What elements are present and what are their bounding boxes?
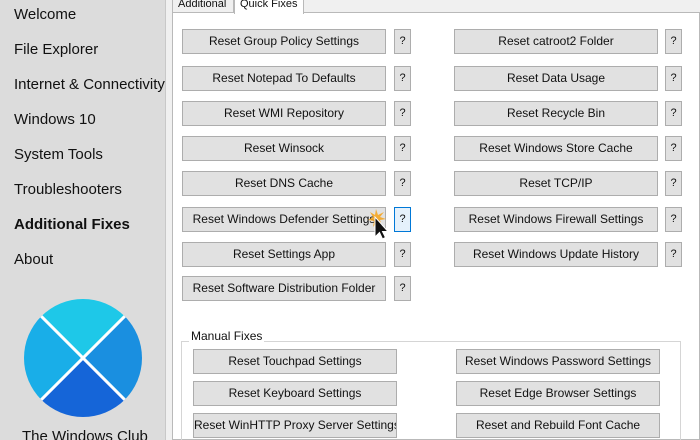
sidebar-item-internet-connectivity[interactable]: Internet & Connectivity — [14, 76, 165, 93]
help-wmi-button[interactable]: ? — [394, 101, 411, 126]
help-group-policy-button[interactable]: ? — [394, 29, 411, 54]
help-recycle-bin-button[interactable]: ? — [665, 101, 682, 126]
help-data-usage-button[interactable]: ? — [665, 66, 682, 91]
reset-software-distribution-button[interactable]: Reset Software Distribution Folder — [182, 276, 386, 301]
sidebar-item-about[interactable]: About — [14, 251, 53, 268]
reset-catroot2-button[interactable]: Reset catroot2 Folder — [454, 29, 658, 54]
reset-dns-cache-button[interactable]: Reset DNS Cache — [182, 171, 386, 196]
help-windows-update-history-button[interactable]: ? — [665, 242, 682, 267]
sidebar-item-file-explorer[interactable]: File Explorer — [14, 41, 98, 58]
manual-fixes-label: Manual Fixes — [189, 329, 265, 343]
sidebar-item-welcome[interactable]: Welcome — [14, 6, 76, 23]
reset-recycle-bin-button[interactable]: Reset Recycle Bin — [454, 101, 658, 126]
reset-winsock-button[interactable]: Reset Winsock — [182, 136, 386, 161]
logo-text: The Windows Club — [22, 428, 148, 440]
sidebar-item-windows-10[interactable]: Windows 10 — [14, 111, 96, 128]
reset-data-usage-button[interactable]: Reset Data Usage — [454, 66, 658, 91]
help-dns-cache-button[interactable]: ? — [394, 171, 411, 196]
reset-windows-firewall-button[interactable]: Reset Windows Firewall Settings — [454, 207, 658, 232]
reset-windows-defender-button[interactable]: Reset Windows Defender Settings — [182, 207, 386, 232]
reset-wmi-button[interactable]: Reset WMI Repository — [182, 101, 386, 126]
help-software-distribution-button[interactable]: ? — [394, 276, 411, 301]
reset-windows-update-history-button[interactable]: Reset Windows Update History — [454, 242, 658, 267]
reset-tcpip-button[interactable]: Reset TCP/IP — [454, 171, 658, 196]
reset-keyboard-button[interactable]: Reset Keyboard Settings — [193, 381, 397, 406]
reset-winhttp-proxy-button[interactable]: Reset WinHTTP Proxy Server Settings — [193, 413, 397, 438]
tab-additional[interactable]: Additional — [172, 0, 234, 13]
reset-font-cache-button[interactable]: Reset and Rebuild Font Cache — [456, 413, 660, 438]
help-winsock-button[interactable]: ? — [394, 136, 411, 161]
reset-windows-password-button[interactable]: Reset Windows Password Settings — [456, 349, 660, 374]
sidebar-item-system-tools[interactable]: System Tools — [14, 146, 103, 163]
tab-quick-fixes[interactable]: Quick Fixes — [234, 0, 304, 14]
reset-group-policy-button[interactable]: Reset Group Policy Settings — [182, 29, 386, 54]
help-windows-store-cache-button[interactable]: ? — [665, 136, 682, 161]
reset-settings-app-button[interactable]: Reset Settings App — [182, 242, 386, 267]
help-tcpip-button[interactable]: ? — [665, 171, 682, 196]
help-settings-app-button[interactable]: ? — [394, 242, 411, 267]
sidebar-item-troubleshooters[interactable]: Troubleshooters — [14, 181, 122, 198]
windows-club-logo — [24, 299, 142, 417]
reset-windows-store-cache-button[interactable]: Reset Windows Store Cache — [454, 136, 658, 161]
app-window: Welcome File Explorer Internet & Connect… — [0, 0, 700, 440]
help-catroot2-button[interactable]: ? — [665, 29, 682, 54]
reset-notepad-button[interactable]: Reset Notepad To Defaults — [182, 66, 386, 91]
mouse-cursor-icon — [368, 209, 390, 240]
help-windows-defender-button[interactable]: ? — [394, 207, 411, 232]
sidebar: Welcome File Explorer Internet & Connect… — [0, 0, 166, 440]
main-content: Additional Quick Fixes Reset Group Polic… — [166, 0, 700, 440]
reset-touchpad-button[interactable]: Reset Touchpad Settings — [193, 349, 397, 374]
help-windows-firewall-button[interactable]: ? — [665, 207, 682, 232]
help-notepad-button[interactable]: ? — [394, 66, 411, 91]
reset-edge-browser-button[interactable]: Reset Edge Browser Settings — [456, 381, 660, 406]
sidebar-item-additional-fixes[interactable]: Additional Fixes — [14, 216, 130, 233]
